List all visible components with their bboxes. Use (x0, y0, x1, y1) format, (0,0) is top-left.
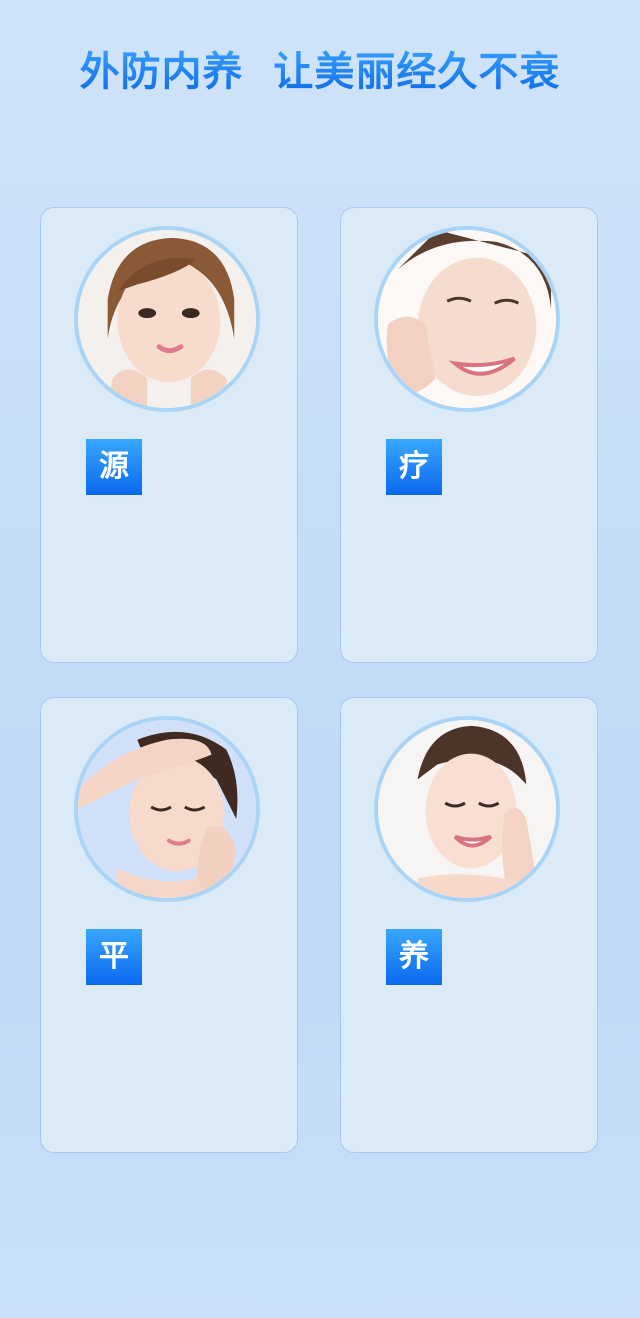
portrait-photo (374, 226, 560, 412)
woman-face-icon (378, 230, 556, 408)
woman-face-icon (78, 720, 256, 898)
page-title: 外防内养 让美丽经久不衰 (0, 44, 640, 100)
tag-label: 平 (86, 929, 142, 985)
card-yuan[interactable]: 源 (40, 207, 298, 663)
card-yang[interactable]: 养 (340, 697, 598, 1153)
portrait-photo (74, 716, 260, 902)
tag-label: 养 (386, 929, 442, 985)
card-liao[interactable]: 疗 (340, 207, 598, 663)
woman-face-icon (78, 230, 256, 408)
woman-face-icon (378, 720, 556, 898)
tag-label: 疗 (386, 439, 442, 495)
portrait-photo (374, 716, 560, 902)
tag-label: 源 (86, 439, 142, 495)
card-ping[interactable]: 平 (40, 697, 298, 1153)
portrait-photo (74, 226, 260, 412)
